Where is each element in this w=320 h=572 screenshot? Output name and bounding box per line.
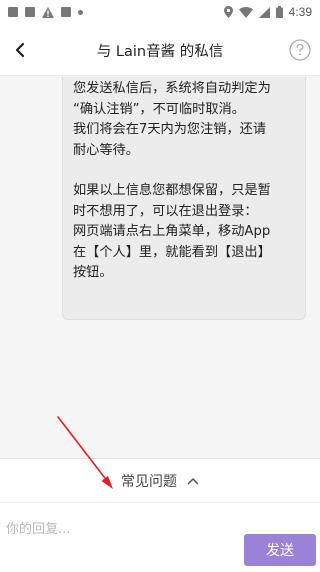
- reply-input[interactable]: [6, 515, 226, 543]
- status-right-icons: 4:39: [223, 5, 312, 19]
- signal-icon: [258, 6, 270, 18]
- message-text-bottom: 如果以上信息您都想保留，只是暂 时不想用了，可以在退出登录： 网页端请点右上角菜…: [73, 183, 271, 280]
- send-button[interactable]: 发送: [244, 534, 316, 566]
- faq-toggle[interactable]: 常见问题: [0, 458, 320, 502]
- help-button[interactable]: [288, 38, 312, 62]
- message-list[interactable]: 以上发送，请勿直接删除，一次上填 写，不要重复发送。 您发送私信后，系统将自动判…: [0, 77, 320, 458]
- battery-icon: [275, 6, 283, 18]
- square-icon: [61, 7, 71, 17]
- chat-header: 与 Lain音酱 的私信: [0, 24, 320, 76]
- dot-icon: [78, 9, 83, 15]
- warning-icon: [42, 6, 54, 18]
- chat-screen: 4:39 与 Lain音酱 的私信 以上发送，请勿直接删除，一次上填 写，不要重…: [0, 0, 320, 572]
- faq-label: 常见问题: [121, 473, 177, 490]
- message-bubble: 以上发送，请勿直接删除，一次上填 写，不要重复发送。 您发送私信后，系统将自动判…: [62, 77, 306, 320]
- status-left-icons: [8, 6, 83, 18]
- back-arrow-icon: [15, 42, 25, 58]
- page-title: 与 Lain音酱 的私信: [96, 43, 224, 60]
- back-button[interactable]: [6, 36, 34, 64]
- square-icon: [8, 7, 18, 17]
- message-text-top: 以上发送，请勿直接删除，一次上填 写，不要重复发送。 您发送私信后，系统将自动判…: [73, 81, 271, 158]
- wifi-icon: [238, 6, 253, 18]
- status-bar: 4:39: [0, 0, 320, 24]
- status-time: 4:39: [288, 5, 312, 19]
- chevron-up-icon: [187, 477, 199, 484]
- square-icon: [25, 7, 35, 17]
- reply-bar: 发送: [0, 502, 320, 572]
- location-icon: [223, 6, 233, 18]
- help-icon: [289, 39, 311, 61]
